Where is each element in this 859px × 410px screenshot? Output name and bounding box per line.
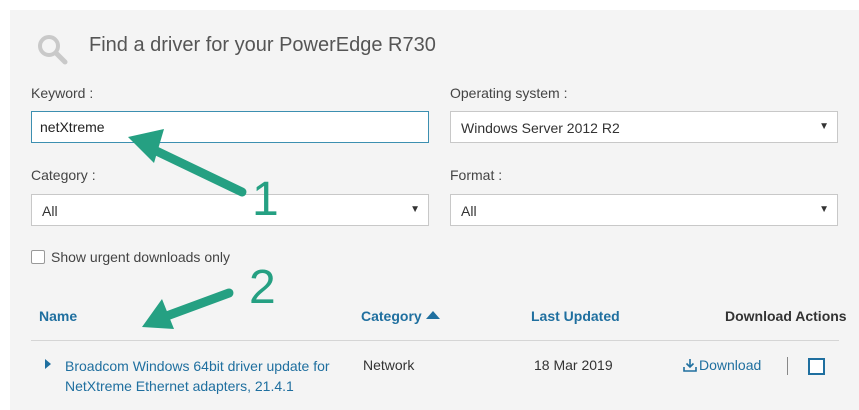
download-icon (683, 359, 697, 372)
driver-category: Network (363, 357, 415, 373)
format-select[interactable]: All ▼ (450, 194, 838, 226)
category-label: Category : (31, 167, 96, 183)
column-header-category-label: Category (361, 308, 422, 324)
column-header-category[interactable]: Category (361, 308, 440, 324)
select-row-checkbox[interactable] (808, 358, 825, 375)
format-select-value: All (461, 203, 477, 219)
dropdown-caret-icon: ▼ (819, 121, 829, 132)
os-select[interactable]: Windows Server 2012 R2 ▼ (450, 111, 838, 143)
format-label: Format : (450, 167, 503, 183)
annotation-number-one: 1 (252, 173, 279, 226)
action-separator (787, 357, 788, 375)
os-select-value: Windows Server 2012 R2 (461, 120, 620, 136)
download-label: Download (699, 357, 762, 373)
sort-ascending-icon (425, 311, 440, 319)
driver-name-link[interactable]: Broadcom Windows 64bit driver update for… (65, 356, 350, 396)
keyword-label: Keyword : (31, 85, 94, 101)
search-icon (36, 33, 68, 65)
urgent-downloads-label[interactable]: Show urgent downloads only (51, 249, 230, 265)
column-header-download-actions: Download Actions (725, 308, 847, 324)
table-divider (31, 340, 839, 341)
annotation-number-two: 2 (249, 261, 276, 314)
annotation-arrow-icon (142, 288, 234, 329)
urgent-downloads-checkbox[interactable] (31, 250, 45, 264)
annotation-arrow-icon (128, 129, 247, 197)
page-title: Find a driver for your PowerEdge R730 (89, 34, 436, 56)
column-header-last-updated[interactable]: Last Updated (531, 308, 620, 324)
category-select-value: All (42, 203, 58, 219)
dropdown-caret-icon: ▼ (410, 204, 420, 215)
dropdown-caret-icon: ▼ (819, 204, 829, 215)
column-header-name[interactable]: Name (39, 308, 77, 324)
download-button[interactable]: Download (683, 357, 761, 373)
expand-row-icon[interactable] (45, 359, 51, 369)
os-label: Operating system : (450, 85, 568, 101)
driver-last-updated: 18 Mar 2019 (534, 357, 613, 373)
